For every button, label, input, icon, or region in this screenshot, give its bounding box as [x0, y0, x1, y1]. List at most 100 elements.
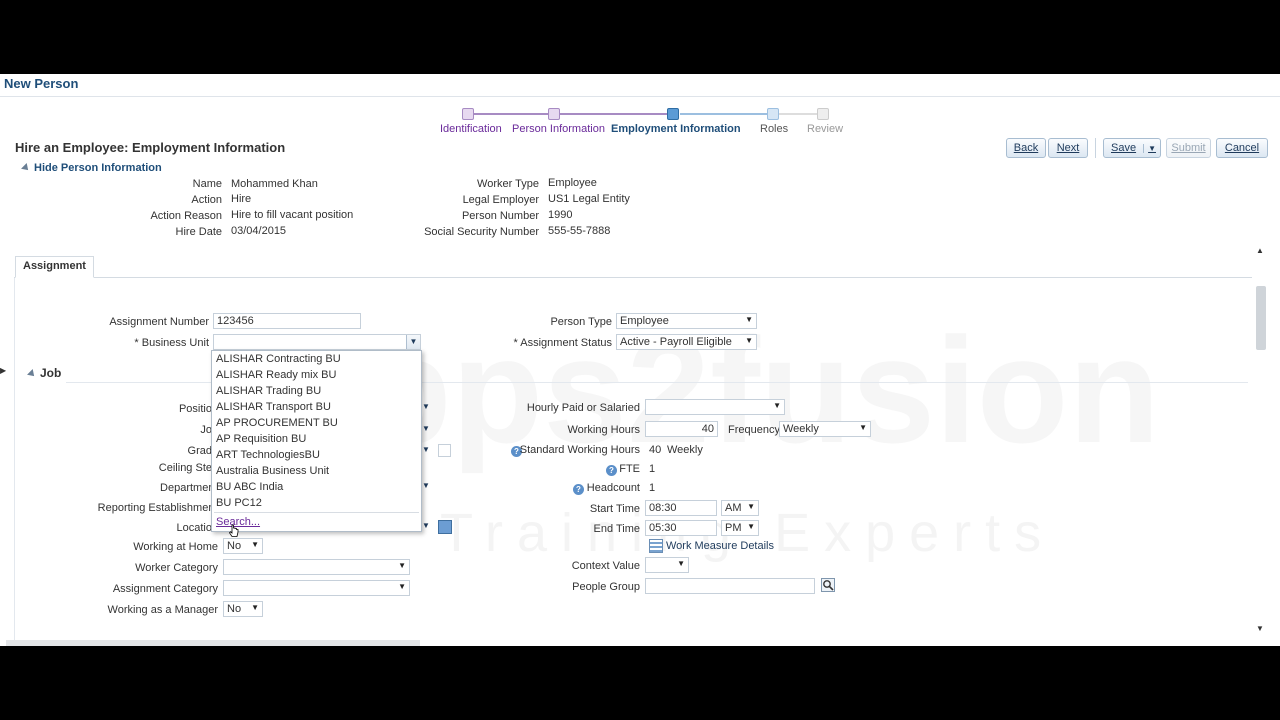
people-group-input[interactable]: [645, 578, 815, 594]
business-unit-option[interactable]: ALISHAR Trading BU: [216, 385, 321, 397]
end-time-input[interactable]: 05:30: [645, 520, 717, 536]
assignment-status-select[interactable]: Active - Payroll Eligible ▼: [616, 334, 757, 350]
reporting-establishment-label: Reporting Establishmer: [97, 502, 212, 514]
location-details-icon[interactable]: [438, 520, 452, 534]
mouse-pointer-icon: [229, 524, 239, 537]
grade-ladder-box[interactable]: [438, 444, 451, 457]
working-at-home-chevron-down-icon: ▼: [251, 540, 259, 549]
business-unit-label: * Business Unit: [134, 337, 209, 349]
working-as-manager-select[interactable]: No ▼: [223, 601, 263, 617]
start-time-ampm-chevron-down-icon: ▼: [747, 502, 755, 511]
location-chevron-down-icon[interactable]: ▼: [422, 521, 430, 530]
assignment-status-label: * Assignment Status: [513, 337, 612, 349]
train-connector: [560, 113, 673, 115]
business-unit-option[interactable]: ALISHAR Contracting BU: [216, 353, 341, 365]
worker-category-select[interactable]: ▼: [223, 559, 410, 575]
position-chevron-down-icon[interactable]: ▼: [422, 402, 430, 411]
standard-working-hours-unit: Weekly: [667, 444, 703, 456]
start-time-ampm-select[interactable]: AM ▼: [721, 500, 759, 516]
hourly-paid-select[interactable]: ▼: [645, 399, 785, 415]
next-button[interactable]: Next: [1048, 138, 1088, 158]
business-unit-option[interactable]: Australia Business Unit: [216, 465, 329, 477]
business-unit-option[interactable]: ALISHAR Transport BU: [216, 401, 331, 413]
action-reason-value: Hire to fill vacant position: [231, 209, 354, 221]
train-label-identification[interactable]: Identification: [440, 123, 502, 135]
scroll-up-icon[interactable]: ▲: [1256, 246, 1264, 255]
job-section-header[interactable]: Job: [27, 366, 61, 380]
submit-button: Submit: [1166, 138, 1211, 158]
working-hours-input[interactable]: 40: [645, 421, 718, 437]
business-unit-option[interactable]: AP Requisition BU: [216, 433, 306, 445]
start-time-input[interactable]: 08:30: [645, 500, 717, 516]
business-unit-option[interactable]: ART TechnologiesBU: [216, 449, 320, 461]
vertical-scrollbar-thumb[interactable]: [1256, 286, 1266, 350]
legal-employer-label: Legal Employer: [462, 194, 539, 206]
section-title: Hire an Employee: Employment Information: [15, 140, 286, 155]
business-unit-chevron-down-icon[interactable]: ▼: [406, 335, 420, 349]
status-bar: [6, 640, 420, 646]
worker-category-chevron-down-icon: ▼: [398, 561, 406, 570]
collapse-triangle-icon: [27, 369, 37, 379]
assignment-category-select[interactable]: ▼: [223, 580, 410, 596]
hide-person-information-link[interactable]: Hide Person Information: [21, 162, 162, 174]
work-measure-details-icon[interactable]: [649, 539, 663, 553]
context-value-select[interactable]: ▼: [645, 557, 689, 573]
back-button[interactable]: Back: [1006, 138, 1046, 158]
business-unit-option[interactable]: ALISHAR Ready mix BU: [216, 369, 336, 381]
person-type-value: Employee: [620, 315, 669, 327]
job-chevron-down-icon[interactable]: ▼: [422, 424, 430, 433]
train-stop-identification[interactable]: [462, 108, 474, 120]
frequency-value: Weekly: [783, 423, 819, 435]
start-time-ampm-value: AM: [725, 502, 742, 514]
hire-date-label: Hire Date: [175, 226, 222, 238]
frequency-select[interactable]: Weekly ▼: [779, 421, 871, 437]
headcount-help-icon[interactable]: ?: [573, 484, 584, 495]
ssn-label: Social Security Number: [424, 226, 539, 238]
department-label: Departmer: [160, 482, 212, 494]
train-stop-roles[interactable]: [767, 108, 779, 120]
worker-category-label: Worker Category: [135, 562, 218, 574]
end-time-label: End Time: [593, 523, 640, 535]
business-unit-option[interactable]: BU PC12: [216, 497, 262, 509]
train-stop-person-information[interactable]: [548, 108, 560, 120]
train-label-roles[interactable]: Roles: [760, 123, 788, 135]
business-unit-option[interactable]: AP PROCUREMENT BU: [216, 417, 338, 429]
assignment-category-label: Assignment Category: [112, 583, 218, 595]
legal-employer-value: US1 Legal Entity: [548, 193, 630, 205]
end-time-ampm-select[interactable]: PM ▼: [721, 520, 759, 536]
scroll-down-icon[interactable]: ▼: [1256, 624, 1264, 633]
cancel-button[interactable]: Cancel: [1216, 138, 1268, 158]
headcount-label: Headcount: [586, 482, 640, 494]
tab-assignment[interactable]: Assignment: [15, 256, 94, 278]
end-time-ampm-value: PM: [725, 522, 742, 534]
working-at-home-label: Working at Home: [133, 541, 218, 553]
hide-person-information-label: Hide Person Information: [34, 162, 162, 174]
working-as-manager-chevron-down-icon: ▼: [251, 603, 259, 612]
hourly-paid-label: Hourly Paid or Salaried: [526, 402, 640, 414]
save-menu-chevron-down-icon[interactable]: ▼: [1143, 143, 1160, 153]
context-value-chevron-down-icon: ▼: [677, 559, 685, 568]
fte-help-icon[interactable]: ?: [606, 465, 617, 476]
assignment-status-chevron-down-icon: ▼: [745, 336, 753, 345]
train-stop-employment-information[interactable]: [667, 108, 679, 120]
page-title: New Person: [4, 76, 79, 91]
department-chevron-down-icon[interactable]: ▼: [422, 481, 430, 490]
business-unit-option[interactable]: BU ABC India: [216, 481, 283, 493]
standard-working-hours-value: 40: [649, 444, 662, 456]
working-hours-label: Working Hours: [567, 424, 640, 436]
train-label-person-information[interactable]: Person Information: [512, 123, 605, 135]
save-button-group[interactable]: Save ▼: [1103, 138, 1161, 158]
grade-chevron-down-icon[interactable]: ▼: [422, 445, 430, 454]
panel-expand-handle-icon[interactable]: ▶: [0, 366, 6, 376]
business-unit-select[interactable]: ▼: [213, 334, 421, 350]
fte-value: 1: [649, 463, 656, 475]
train-stop-review: [817, 108, 829, 120]
assignment-category-chevron-down-icon: ▼: [398, 582, 406, 591]
assignment-number-input[interactable]: 123456: [213, 313, 361, 329]
fte-label: FTE: [619, 463, 640, 475]
person-type-select[interactable]: Employee ▼: [616, 313, 757, 329]
people-group-search-icon[interactable]: [821, 578, 835, 592]
work-measure-details-link[interactable]: Work Measure Details: [666, 540, 774, 552]
save-button[interactable]: Save: [1104, 142, 1143, 154]
working-at-home-select[interactable]: No ▼: [223, 538, 263, 554]
